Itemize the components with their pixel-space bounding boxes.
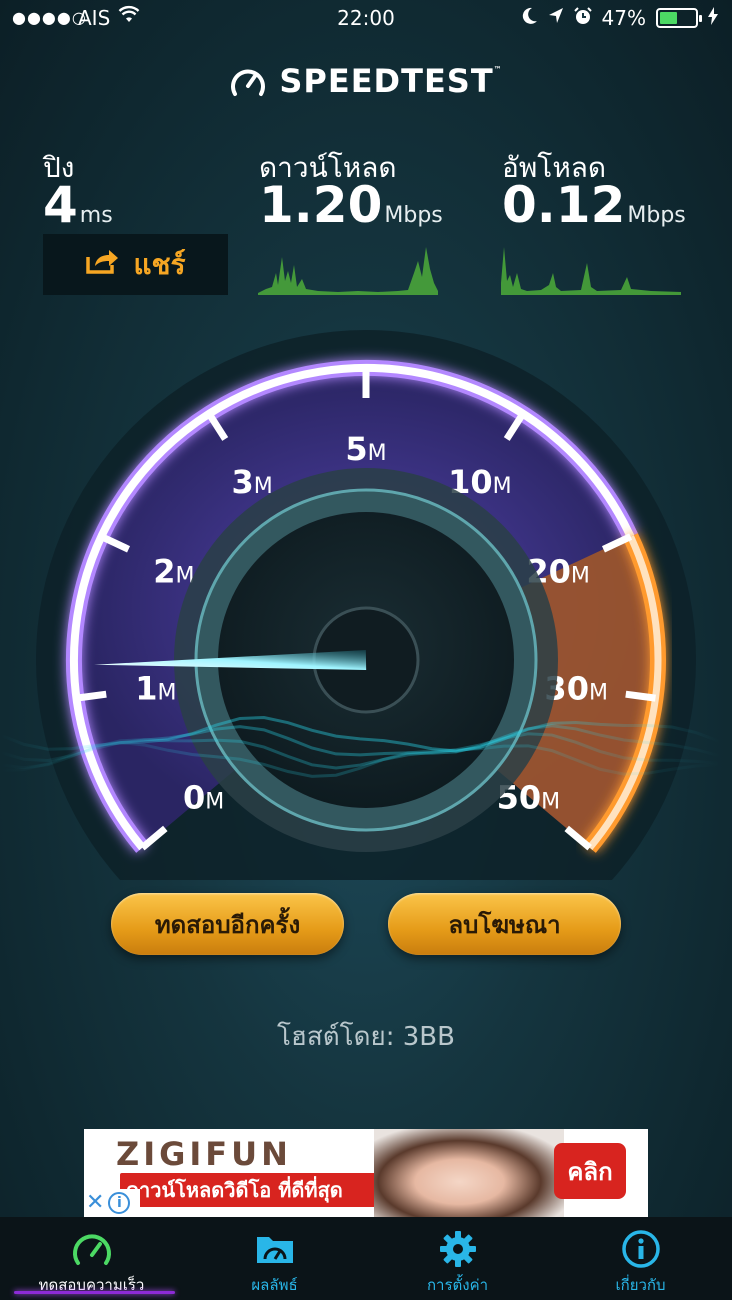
ping-unit: ms [79, 203, 113, 228]
gear-icon [366, 1229, 549, 1269]
gauge-tick-unit: M [541, 789, 560, 814]
share-icon [85, 247, 121, 282]
remove-ads-button[interactable]: ลบโฆษณา [388, 893, 621, 955]
download-value: 1.20Mbps [259, 176, 443, 234]
gauge-tick-unit: M [493, 474, 512, 499]
tab-label: เกี่ยวกับ [615, 1276, 666, 1294]
upload-unit: Mbps [627, 203, 686, 228]
gauge-tick-number: 0 [183, 778, 205, 816]
battery-percent: 47% [601, 6, 646, 30]
gauge-tick [625, 690, 656, 702]
ad-banner[interactable]: ZIGIFUN ดาวน์โหลดวิดีโอ ที่ดีที่สุด คลิก [84, 1129, 648, 1217]
app-title: SPEEDTEST [279, 62, 494, 100]
gauge-tick [76, 690, 107, 702]
ad-brand: ZIGIFUN [116, 1135, 292, 1173]
upload-number: 0.12 [502, 176, 626, 234]
close-icon[interactable]: ✕ [86, 1192, 104, 1214]
tab-label: ผลลัพธ์ [251, 1276, 298, 1294]
gauge-tick-unit: M [368, 441, 387, 466]
test-again-button[interactable]: ทดสอบอีกครั้ง [111, 893, 344, 955]
tab-label: การตั้งค่า [426, 1276, 489, 1294]
gauge-tick-number: 5 [345, 430, 367, 468]
download-sparkline [258, 247, 438, 295]
upload-value: 0.12Mbps [502, 176, 686, 234]
status-bar: ●●●●○ AIS 22:00 47% [0, 0, 732, 38]
tab-speed-test[interactable]: ทดสอบความเร็ว [0, 1217, 183, 1300]
info-icon [549, 1229, 732, 1269]
speedometer-icon [0, 1229, 183, 1269]
moon-icon [522, 6, 538, 30]
app-logo: SPEEDTEST™ [0, 62, 732, 106]
tab-label: ทดสอบความเร็ว [38, 1276, 145, 1294]
folder-icon [183, 1229, 366, 1269]
gauge-tick-number: 2 [153, 552, 175, 590]
ad-text-area: ZIGIFUN ดาวน์โหลดวิดีโอ ที่ดีที่สุด [102, 1129, 390, 1217]
gauge-tick-number: 3 [231, 463, 253, 501]
tab-bar: ทดสอบความเร็ว ผลลัพธ์ การตั้งค่า เกี่ยวก… [0, 1217, 732, 1300]
gauge-tick-unit: M [205, 789, 224, 814]
download-number: 1.20 [259, 176, 383, 234]
share-label: แชร์ [133, 247, 186, 281]
ping-number: 4 [43, 176, 78, 234]
tab-results[interactable]: ผลลัพธ์ [183, 1217, 366, 1300]
battery-icon [656, 8, 702, 28]
gauge-tick-number: 1 [135, 670, 157, 708]
ad-image [374, 1129, 564, 1217]
alarm-icon [573, 6, 592, 30]
trademark: ™ [493, 65, 503, 74]
ad-choices[interactable]: ✕ i [84, 1189, 140, 1217]
location-icon [548, 6, 564, 30]
speed-gauge: 0M1M2M3M5M10M20M30M50M [0, 330, 721, 880]
download-unit: Mbps [384, 203, 443, 228]
share-button[interactable]: แชร์ [43, 234, 228, 295]
charging-icon [708, 6, 718, 30]
speedtest-logo-icon [229, 64, 267, 106]
ping-value: 4ms [43, 176, 113, 234]
gauge-tick-unit: M [157, 681, 176, 706]
ad-click-button[interactable]: คลิก [554, 1143, 626, 1199]
tab-settings[interactable]: การตั้งค่า [366, 1217, 549, 1300]
tab-about[interactable]: เกี่ยวกับ [549, 1217, 732, 1300]
host-provider: โฮสต์โดย: 3BB [277, 1022, 455, 1052]
upload-sparkline [501, 247, 681, 295]
gauge-tick-unit: M [589, 681, 608, 706]
gauge-tick-unit: M [571, 563, 590, 588]
adchoices-info-icon[interactable]: i [108, 1192, 131, 1214]
ad-tagline: ดาวน์โหลดวิดีโอ ที่ดีที่สุด [120, 1173, 390, 1207]
